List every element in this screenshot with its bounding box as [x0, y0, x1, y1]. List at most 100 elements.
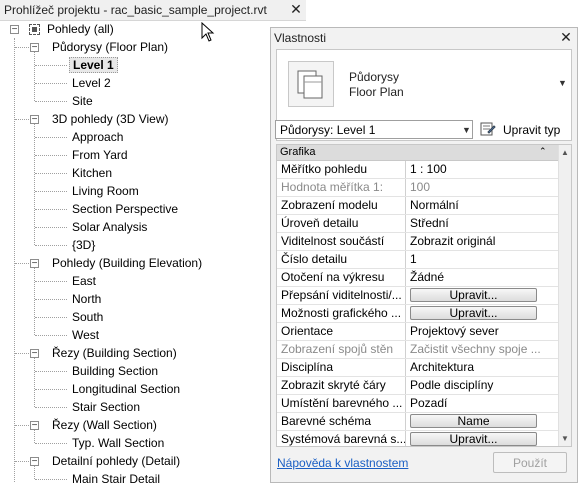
property-value[interactable]: Projektový sever: [407, 323, 558, 340]
property-row[interactable]: Zobrazení spojů stěn Začistit všechny spo…: [277, 341, 558, 359]
property-value[interactable]: Normální: [407, 197, 558, 214]
property-value[interactable]: Žádné: [407, 269, 558, 286]
tree-item[interactable]: Stair Section: [69, 398, 143, 416]
tree-guide-line: [35, 209, 67, 210]
tree-item[interactable]: {3D}: [69, 236, 98, 254]
tree-guide-line: [15, 47, 29, 48]
tree-item-label: Řezy (Wall Section): [52, 418, 157, 432]
tree-item[interactable]: Kitchen: [69, 164, 115, 182]
close-icon[interactable]: ✕: [559, 29, 573, 45]
property-edit-button[interactable]: Upravit...: [410, 306, 537, 320]
tree-item[interactable]: From Yard: [69, 146, 131, 164]
property-row[interactable]: Úroveň detailu Střední: [277, 215, 558, 233]
tree-item[interactable]: West: [69, 326, 102, 344]
properties-scrollbar[interactable]: ▲ ▼: [558, 145, 571, 446]
scroll-down-icon[interactable]: ▼: [561, 434, 569, 443]
property-row[interactable]: Systémová barevná s... Upravit...: [277, 431, 558, 446]
property-value[interactable]: Architektura: [407, 359, 558, 376]
property-value[interactable]: 1 : 100: [407, 161, 558, 178]
property-name: Viditelnost součástí: [277, 233, 406, 250]
tree-item-label: Approach: [72, 130, 124, 144]
property-value[interactable]: Střední: [407, 215, 558, 232]
apply-button[interactable]: Použít: [493, 452, 567, 473]
property-row[interactable]: Měřítko pohledu 1 : 100: [277, 161, 558, 179]
tree-item-label: Level 1: [69, 57, 118, 73]
tree-guide-line: [15, 353, 29, 354]
tree-guide-line: [15, 425, 29, 426]
property-row[interactable]: Možnosti grafického ... Upravit...: [277, 305, 558, 323]
property-row[interactable]: Hodnota měřítka 1: 100: [277, 179, 558, 197]
property-value[interactable]: Podle disciplíny: [407, 377, 558, 394]
tree-item[interactable]: Typ. Wall Section: [69, 434, 167, 452]
tree-item[interactable]: Solar Analysis: [69, 218, 150, 236]
tree-item[interactable]: Řezy (Building Section): [49, 344, 180, 362]
tree-collapse-icon[interactable]: −: [30, 43, 39, 53]
tree-collapse-icon[interactable]: −: [30, 259, 39, 269]
property-row[interactable]: Viditelnost součástí Zobrazit originál: [277, 233, 558, 251]
tree-guide-line: [35, 299, 67, 300]
property-row[interactable]: Umístění barevného ... Pozadí: [277, 395, 558, 413]
tree-item[interactable]: Approach: [69, 128, 126, 146]
tree-guide-line: [35, 101, 67, 102]
property-edit-button[interactable]: Upravit...: [410, 432, 537, 446]
tree-item[interactable]: East: [69, 272, 99, 290]
property-row[interactable]: Přepsání viditelnosti/... Upravit...: [277, 287, 558, 305]
tree-item-label: 3D pohledy (3D View): [52, 112, 169, 126]
tree-guide-line: [34, 51, 35, 101]
tree-guide-line: [35, 407, 67, 408]
tree-item[interactable]: Building Section: [69, 362, 161, 380]
tree-item[interactable]: North: [69, 290, 104, 308]
tree-collapse-icon[interactable]: −: [30, 421, 39, 431]
tree-guide-line: [35, 389, 67, 390]
property-name: Umístění barevného ...: [277, 395, 406, 412]
floor-plan-icon: [288, 61, 334, 107]
tree-item[interactable]: Longitudinal Section: [69, 380, 183, 398]
property-row[interactable]: Zobrazit skryté čáry Podle disciplíny: [277, 377, 558, 395]
tree-guide-line: [35, 155, 67, 156]
tree-item-label: Stair Section: [72, 400, 141, 414]
tree-item[interactable]: Pohledy (all): [44, 20, 117, 38]
tree-item[interactable]: Level 1: [69, 56, 118, 74]
property-row[interactable]: Orientace Projektový sever: [277, 323, 558, 341]
collapse-icon[interactable]: ⌃: [539, 146, 547, 157]
tree-item-label: Detailní pohledy (Detail): [52, 454, 181, 468]
tree-item[interactable]: Section Perspective: [69, 200, 181, 218]
project-browser-tree: − Pohledy (all) − Půdorysy (Floor Plan) Leve…: [0, 19, 306, 483]
tree-item[interactable]: 3D pohledy (3D View): [49, 110, 172, 128]
tree-item[interactable]: Pohledy (Building Elevation): [49, 254, 205, 272]
property-value[interactable]: Pozadí: [407, 395, 558, 412]
instance-filter-select[interactable]: Půdorysy: Level 1 ▼: [275, 120, 473, 139]
tree-collapse-icon[interactable]: −: [30, 457, 39, 467]
group-header-graphics[interactable]: Grafika ⌃: [277, 145, 558, 161]
properties-help-link[interactable]: Nápověda k vlastnostem: [277, 456, 408, 470]
tree-collapse-icon[interactable]: −: [30, 115, 39, 125]
tree-guide-line: [35, 227, 67, 228]
property-row[interactable]: Číslo detailu 1: [277, 251, 558, 269]
property-edit-button[interactable]: Upravit...: [410, 288, 537, 302]
property-name: Možnosti grafického ...: [277, 305, 406, 322]
property-value[interactable]: Zobrazit originál: [407, 233, 558, 250]
property-edit-button[interactable]: Name: [410, 414, 537, 428]
tree-collapse-icon[interactable]: −: [30, 349, 39, 359]
property-value[interactable]: 1: [407, 251, 558, 268]
dropdown-arrow-icon[interactable]: ▼: [558, 78, 567, 88]
tree-collapse-icon[interactable]: −: [10, 25, 19, 35]
tree-item[interactable]: South: [69, 308, 106, 326]
edit-type-button[interactable]: Upravit typ: [480, 120, 576, 140]
property-row[interactable]: Otočení na výkresu Žádné: [277, 269, 558, 287]
property-row[interactable]: Zobrazení modelu Normální: [277, 197, 558, 215]
tree-item-label: Typ. Wall Section: [72, 436, 165, 450]
property-row[interactable]: Barevné schéma Name: [277, 413, 558, 431]
tree-guide-line: [35, 281, 67, 282]
scroll-up-icon[interactable]: ▲: [561, 148, 569, 157]
tree-item[interactable]: Main Stair Detail: [69, 470, 163, 483]
property-row[interactable]: Disciplína Architektura: [277, 359, 558, 377]
tree-item[interactable]: Living Room: [69, 182, 142, 200]
tree-item[interactable]: Site: [69, 92, 96, 110]
property-name: Systémová barevná s...: [277, 431, 406, 446]
tree-item[interactable]: Řezy (Wall Section): [49, 416, 160, 434]
close-icon[interactable]: ✕: [289, 1, 303, 17]
tree-item[interactable]: Level 2: [69, 74, 114, 92]
tree-item[interactable]: Půdorysy (Floor Plan): [49, 38, 171, 56]
tree-item[interactable]: Detailní pohledy (Detail): [49, 452, 183, 470]
